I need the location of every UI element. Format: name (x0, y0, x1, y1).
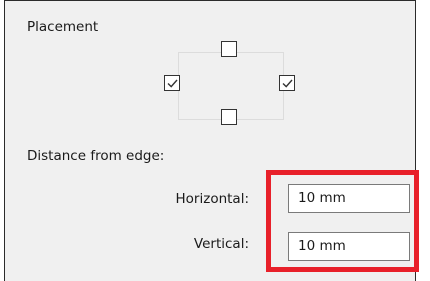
placement-bottom-checkbox[interactable] (221, 109, 237, 125)
checkmark-icon (167, 79, 178, 88)
placement-top-checkbox[interactable] (221, 41, 237, 57)
highlight-box (266, 170, 419, 272)
horizontal-label: Horizontal: (175, 191, 249, 207)
placement-group-title: Placement (27, 19, 99, 35)
vertical-label: Vertical: (193, 236, 249, 252)
placement-right-checkbox[interactable] (279, 75, 295, 91)
checkmark-icon (282, 79, 293, 88)
distance-from-edge-label: Distance from edge: (27, 148, 165, 164)
placement-left-checkbox[interactable] (164, 75, 180, 91)
